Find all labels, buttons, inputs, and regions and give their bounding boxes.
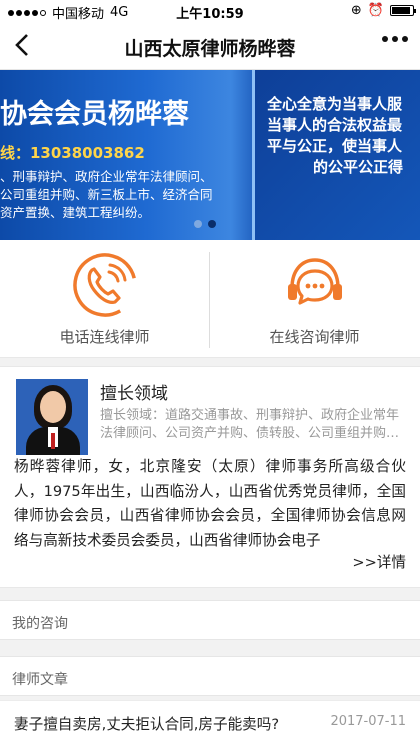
phone-lawyer-button[interactable]: 电话连线律师 bbox=[0, 240, 209, 358]
phone-icon bbox=[72, 252, 138, 318]
article-date: 2017-07-11 bbox=[330, 714, 406, 729]
profile-heading: 擅长领域 bbox=[100, 384, 168, 404]
alarm-icon: ⏰ bbox=[367, 3, 384, 18]
banner-desc-line: 公司重组并购、新三板上市、经济合同 bbox=[0, 187, 213, 202]
pager-dot[interactable] bbox=[208, 220, 216, 228]
lawyer-profile: 擅长领域 擅长领域：道路交通事故、刑事辩护、政府企业常年法律顾问、公司资产并购、… bbox=[0, 366, 420, 588]
list-item[interactable]: 妻子擅自卖房,丈夫拒认合同,房子能卖吗? 2017-07-11 bbox=[0, 700, 420, 748]
banner-carousel[interactable]: 协会会员杨晔蓉 线：13038003862 、刑事辩护、政府企业常年法律顾问、 … bbox=[0, 70, 420, 240]
status-bar: 中国移动 4G 上午10:59 ⊕ ⏰ bbox=[0, 0, 420, 22]
banner-slogan-line: 平与公正，使当事人 bbox=[267, 137, 403, 155]
more-dots-icon[interactable] bbox=[382, 36, 408, 42]
online-consult-button[interactable]: 在线咨询律师 bbox=[210, 240, 419, 358]
avatar bbox=[16, 379, 88, 455]
banner-phone: 线：13038003862 bbox=[0, 144, 145, 162]
carousel-pager bbox=[194, 220, 216, 228]
my-consultations-section[interactable]: 我的咨询 bbox=[0, 600, 420, 640]
details-link[interactable]: >>详情 bbox=[346, 551, 406, 572]
banner-slogan-line: 全心全意为当事人服 bbox=[267, 95, 403, 113]
banner-slogan-line: 当事人的合法权益最 bbox=[267, 116, 403, 134]
lawyer-articles-section: 律师文章 bbox=[0, 656, 420, 696]
contact-actions: 电话连线律师 在线咨询律师 bbox=[0, 240, 420, 358]
banner-desc-line: 、刑事辩护、政府企业常年法律顾问、 bbox=[0, 169, 213, 184]
banner-left-panel: 协会会员杨晔蓉 线：13038003862 、刑事辩护、政府企业常年法律顾问、 … bbox=[0, 70, 250, 240]
banner-description: 、刑事辩护、政府企业常年法律顾问、 公司重组并购、新三板上市、经济合同 资产置换… bbox=[0, 168, 213, 222]
banner-desc-line: 资产置换、建筑工程纠纷。 bbox=[0, 205, 151, 220]
lock-rotation-icon: ⊕ bbox=[350, 3, 362, 18]
pager-dot[interactable] bbox=[194, 220, 202, 228]
status-right: ⊕ ⏰ bbox=[350, 3, 416, 18]
banner-slogan-panel: 全心全意为当事人服 当事人的合法权益最 平与公正，使当事人 的公平公正得 bbox=[252, 70, 420, 240]
headset-chat-icon bbox=[282, 252, 348, 318]
online-consult-label: 在线咨询律师 bbox=[269, 328, 360, 346]
section-title: 我的咨询 bbox=[12, 616, 68, 632]
chevron-left-icon[interactable] bbox=[8, 30, 38, 60]
specialties-text: 擅长领域：道路交通事故、刑事辩护、政府企业常年法律顾问、公司资产并购、债转股、公… bbox=[100, 408, 400, 441]
phone-lawyer-label: 电话连线律师 bbox=[59, 328, 150, 346]
banner-slogan-line: 的公平公正得 bbox=[313, 158, 404, 176]
banner-headline: 协会会员杨晔蓉 bbox=[0, 99, 189, 130]
article-title: 妻子擅自卖房,丈夫拒认合同,房子能卖吗? bbox=[14, 716, 280, 733]
page-title: 山西太原律师杨晔蓉 bbox=[124, 38, 296, 60]
nav-bar: 山西太原律师杨晔蓉 bbox=[0, 22, 420, 70]
section-title: 律师文章 bbox=[12, 672, 68, 688]
battery-icon bbox=[390, 5, 416, 16]
